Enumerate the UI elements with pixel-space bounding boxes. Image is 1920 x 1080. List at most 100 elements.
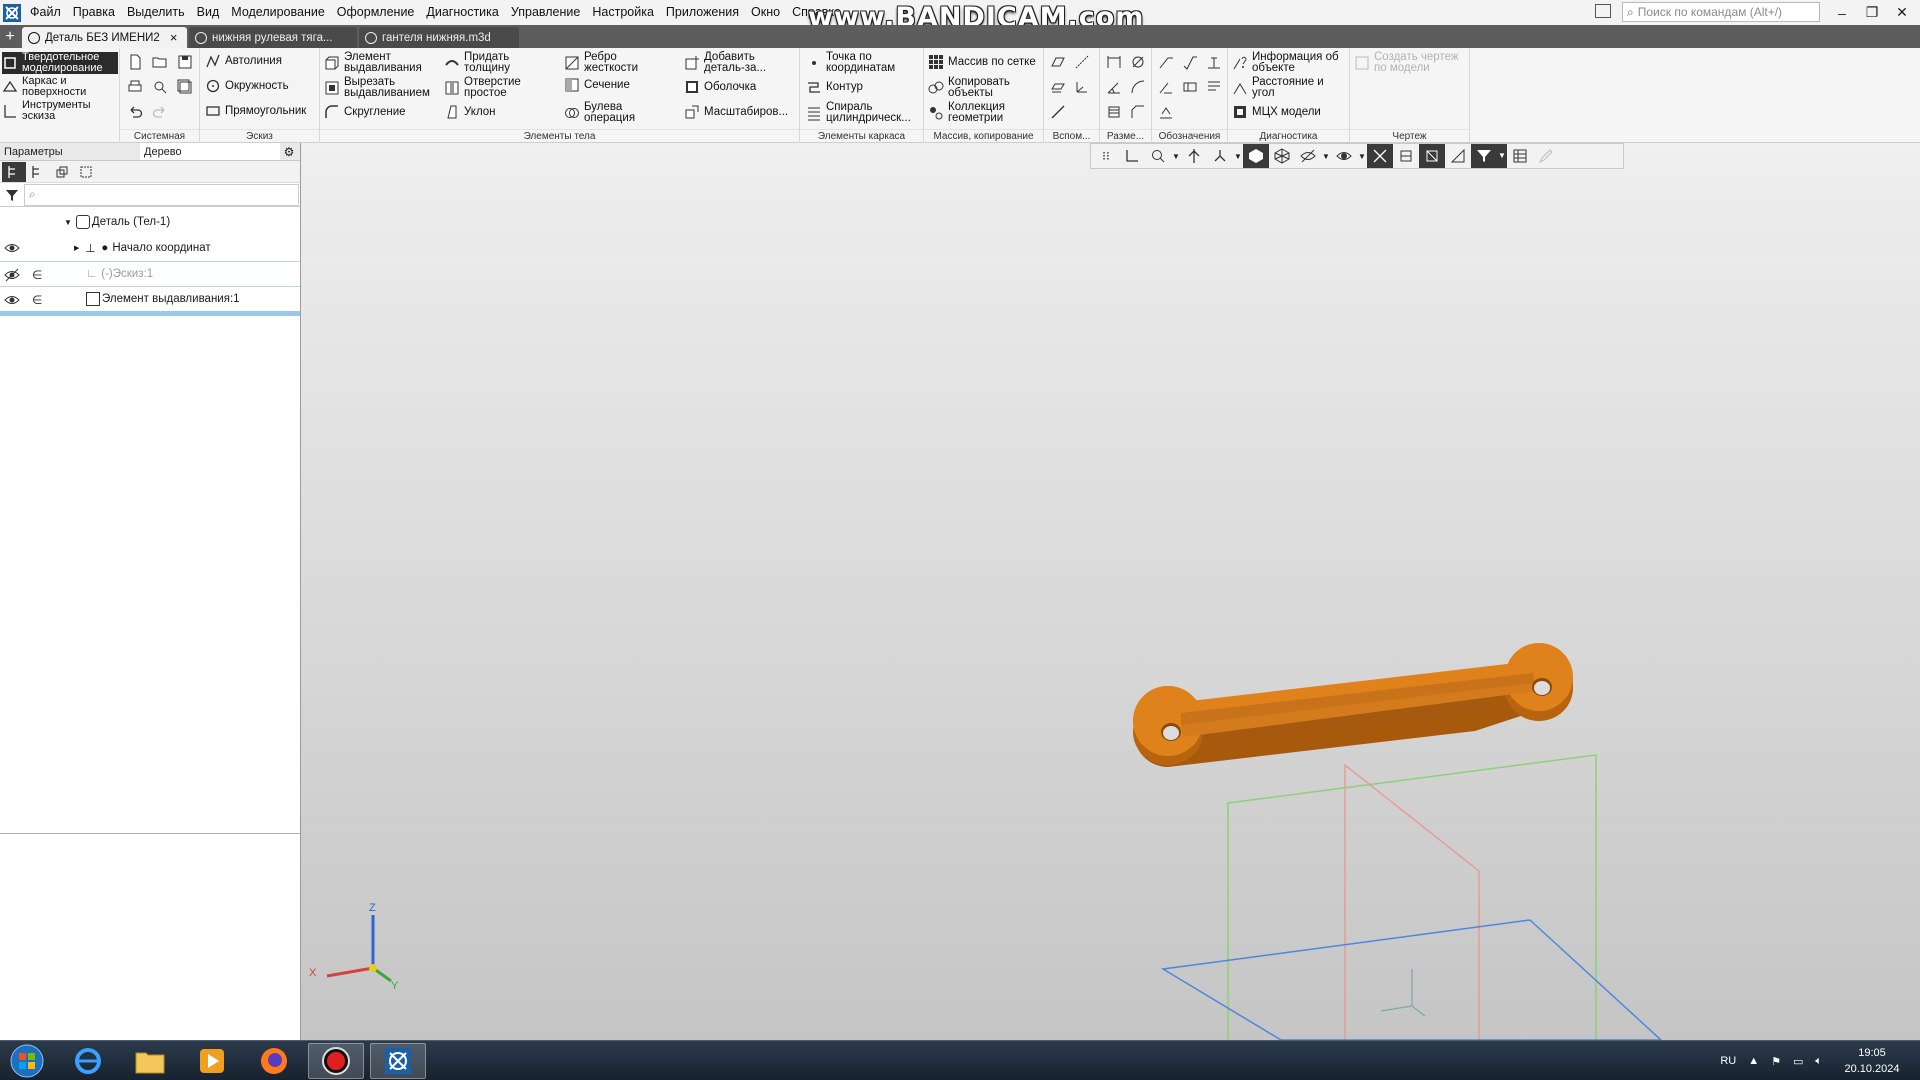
internet-explorer-icon[interactable] xyxy=(60,1043,116,1079)
cylindrical-spiral-button[interactable]: Спираль цилиндрическ... xyxy=(806,101,916,124)
expand-arrow-icon[interactable]: ▼ xyxy=(64,218,72,227)
mode-sketch-tools[interactable]: Инструменты эскиза xyxy=(2,100,118,122)
menu-view[interactable]: Вид xyxy=(191,0,226,25)
tree-item-sketch[interactable]: ∈ ∟ (-)Эскиз:1 xyxy=(0,261,300,287)
tree-relations-icon[interactable] xyxy=(50,162,74,182)
menu-settings[interactable]: Настройка xyxy=(586,0,660,25)
menu-management[interactable]: Управление xyxy=(505,0,587,25)
menu-apps[interactable]: Приложения xyxy=(660,0,745,25)
shaded-view-icon[interactable] xyxy=(1243,144,1269,168)
menu-icon[interactable]: ⁝⁝ xyxy=(1093,144,1119,168)
autoline-button[interactable]: Автолиния xyxy=(205,53,282,69)
undo-icon[interactable] xyxy=(125,102,145,122)
tree-item-extrusion[interactable]: ∈ Элемент выдавливания:1 xyxy=(0,287,300,313)
measure-icon[interactable] xyxy=(1445,144,1471,168)
tree-build-order-icon[interactable] xyxy=(26,162,50,182)
menu-modeling[interactable]: Моделирование xyxy=(225,0,331,25)
menu-window[interactable]: Окно xyxy=(745,0,786,25)
bandicam-icon[interactable] xyxy=(308,1043,364,1079)
chevron-down-icon[interactable]: ▼ xyxy=(1497,144,1507,168)
close-tab-icon[interactable]: × xyxy=(170,30,178,45)
tab-detail-unnamed[interactable]: Деталь БЕЗ ИМЕНИ2 × xyxy=(22,27,187,48)
new-document-icon[interactable] xyxy=(125,52,145,72)
tree-item-part[interactable]: ▼ Деталь (Тел-1) xyxy=(0,209,300,235)
zoom-icon[interactable] xyxy=(1145,144,1171,168)
kompas-logo-icon[interactable] xyxy=(0,0,24,25)
lcs-icon[interactable] xyxy=(1072,77,1092,97)
rotate-icon[interactable] xyxy=(1207,144,1233,168)
snap-icon[interactable] xyxy=(1367,144,1393,168)
visibility-icon[interactable] xyxy=(1331,144,1357,168)
plane-icon[interactable] xyxy=(1048,52,1068,72)
menu-diagnostics[interactable]: Диагностика xyxy=(420,0,504,25)
tab-steering-rod[interactable]: нижняя рулевая тяга... xyxy=(189,27,357,48)
open-folder-icon[interactable] xyxy=(150,52,170,72)
boolean-button[interactable]: Булева операция xyxy=(564,101,640,124)
pan-icon[interactable] xyxy=(1181,144,1207,168)
tree-structure-icon[interactable] xyxy=(2,161,26,182)
menu-design[interactable]: Оформление xyxy=(331,0,421,25)
fillet-button[interactable]: Скругление xyxy=(324,104,406,120)
close-button[interactable]: ✕ xyxy=(1887,0,1917,25)
volume-icon[interactable]: 🔈︎ xyxy=(1815,1055,1822,1068)
steering-link-part[interactable] xyxy=(1133,643,1573,767)
language-indicator[interactable]: RU xyxy=(1720,1055,1736,1067)
3d-viewport[interactable]: Z X Y ⁝⁝ ▼ ▼ ▼ ▼ ▼ xyxy=(301,143,1920,1040)
extrude-button[interactable]: Элемент выдавливания xyxy=(324,51,428,74)
menu-edit[interactable]: Правка xyxy=(67,0,121,25)
firefox-icon[interactable] xyxy=(246,1043,302,1079)
add-thickness-button[interactable]: Придать толщину xyxy=(444,51,524,74)
object-info-button[interactable]: Информация об объекте xyxy=(1232,51,1348,74)
text-note-icon[interactable] xyxy=(1204,77,1224,97)
tab-dumbbell[interactable]: гантеля нижняя.m3d xyxy=(359,27,519,48)
layout-icon[interactable] xyxy=(1595,4,1611,18)
action-center-flag-icon[interactable]: ⚑ xyxy=(1771,1055,1781,1068)
grid-icon[interactable] xyxy=(1507,144,1533,168)
wireframe-view-icon[interactable] xyxy=(1269,144,1295,168)
eye-icon[interactable] xyxy=(4,240,20,256)
media-player-icon[interactable] xyxy=(184,1043,240,1079)
start-button[interactable] xyxy=(0,1043,54,1079)
simple-hole-button[interactable]: Отверстие простое xyxy=(444,76,528,99)
restore-button[interactable]: ❐ xyxy=(1857,0,1887,25)
line-icon[interactable] xyxy=(1048,102,1068,122)
axis-icon[interactable] xyxy=(1072,52,1092,72)
position-icon[interactable] xyxy=(1156,77,1176,97)
print-icon[interactable] xyxy=(125,77,145,97)
roughness-icon[interactable] xyxy=(1180,52,1200,72)
redo-icon[interactable] xyxy=(150,102,170,122)
kompas-taskbar-icon[interactable] xyxy=(370,1043,426,1079)
expand-arrow-icon[interactable]: ▶ xyxy=(74,244,79,252)
clock[interactable]: 19:05 20.10.2024 xyxy=(1836,1045,1908,1077)
mode-solid-modeling[interactable]: Твердотельное моделирование xyxy=(2,52,118,74)
tree-group-icon[interactable] xyxy=(74,162,98,182)
save-all-icon[interactable] xyxy=(175,77,195,97)
eye-hidden-icon[interactable] xyxy=(4,267,20,283)
tree-search-input[interactable]: ⌕ xyxy=(24,183,299,206)
save-icon[interactable] xyxy=(175,52,195,72)
new-tab-button[interactable]: + xyxy=(0,26,20,48)
shell-button[interactable]: Оболочка xyxy=(684,79,756,95)
section-view-icon[interactable] xyxy=(1393,144,1419,168)
radius-dim-icon[interactable] xyxy=(1128,77,1148,97)
tree-item-origin[interactable]: ▶ ⊥ ● Начало координат xyxy=(0,235,300,261)
chamfer-dim-icon[interactable] xyxy=(1128,102,1148,122)
thread-icon[interactable] xyxy=(1104,102,1124,122)
chevron-down-icon[interactable]: ▼ xyxy=(1233,152,1243,161)
menu-select[interactable]: Выделить xyxy=(121,0,191,25)
scale-button[interactable]: Масштабиров... xyxy=(684,104,788,120)
preview-icon[interactable] xyxy=(150,77,170,97)
offset-plane-icon[interactable] xyxy=(1048,77,1068,97)
chevron-down-icon[interactable]: ▼ xyxy=(1171,152,1181,161)
diameter-dim-icon[interactable] xyxy=(1128,52,1148,72)
tab-parameters[interactable]: Параметры xyxy=(0,143,140,160)
filter-icon[interactable] xyxy=(1471,144,1497,168)
linear-dim-icon[interactable] xyxy=(1104,52,1124,72)
tab-tree[interactable]: Дерево xyxy=(140,143,280,160)
point-by-coords-button[interactable]: Точка по координатам xyxy=(806,51,906,74)
add-part-button[interactable]: Добавить деталь-за... xyxy=(684,51,774,74)
geometry-collection-button[interactable]: Коллекция геометрии xyxy=(928,101,1018,124)
command-search-input[interactable]: ⌕ Поиск по командам (Alt+/) xyxy=(1622,2,1820,22)
rectangle-button[interactable]: Прямоугольник xyxy=(205,103,306,119)
minimize-button[interactable]: – xyxy=(1827,0,1857,25)
